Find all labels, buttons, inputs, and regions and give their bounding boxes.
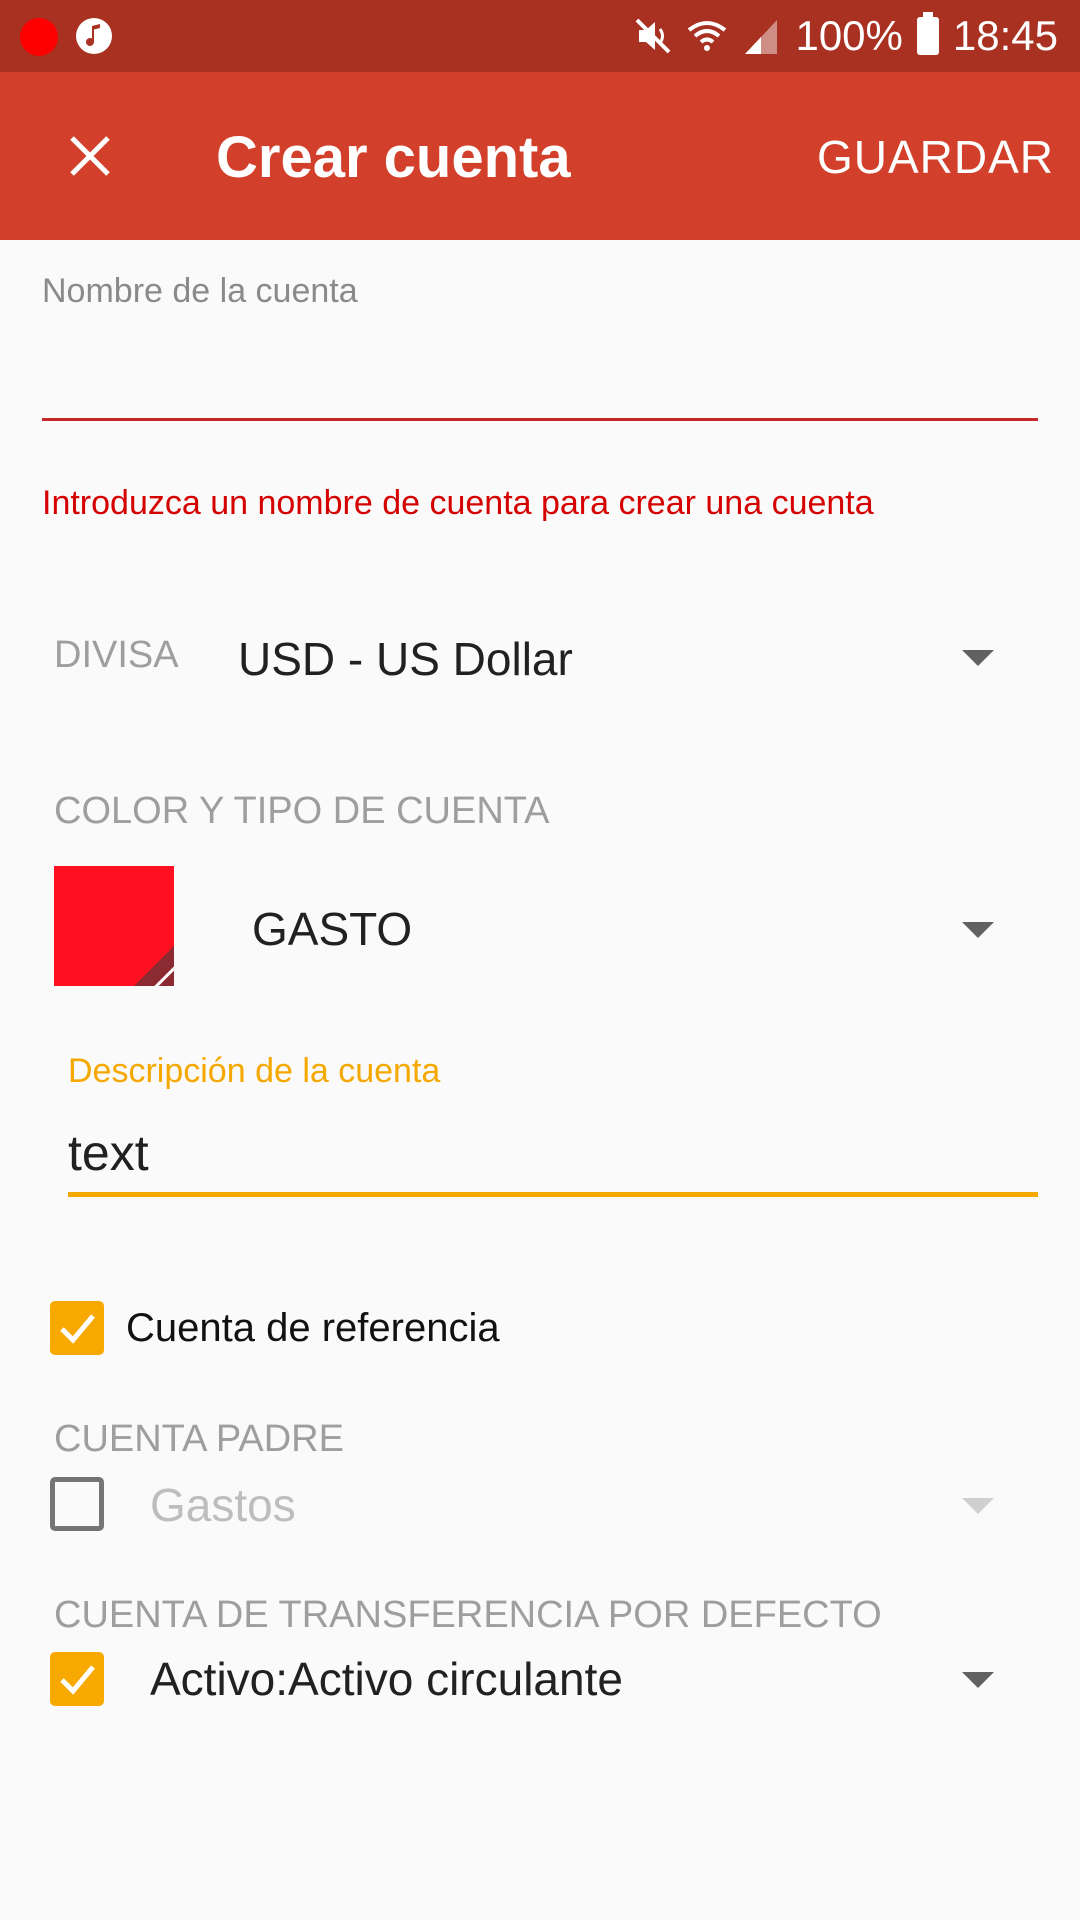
close-icon	[70, 136, 110, 176]
app-bar: Crear cuenta GUARDAR	[0, 72, 1080, 240]
check-icon	[60, 1314, 95, 1344]
account-name-underline	[42, 418, 1038, 421]
record-icon	[20, 18, 58, 56]
currency-select[interactable]: USD - US Dollar	[230, 610, 1020, 700]
page-title: Crear cuenta	[216, 125, 571, 190]
description-input[interactable]: text	[68, 1124, 149, 1182]
description-label: Descripción de la cuenta	[68, 1052, 441, 1090]
chevron-down-icon	[962, 1498, 994, 1514]
color-picker[interactable]	[54, 866, 174, 986]
chevron-down-icon	[962, 650, 994, 666]
default-transfer-select[interactable]: Activo:Activo circulante	[140, 1636, 1020, 1720]
music-icon	[76, 18, 112, 54]
mute-icon	[633, 16, 673, 56]
currency-label: DIVISA	[54, 634, 179, 676]
currency-value: USD - US Dollar	[238, 633, 573, 685]
parent-account-select: Gastos	[140, 1462, 1020, 1546]
save-button[interactable]: GUARDAR	[817, 130, 1054, 184]
chevron-down-icon	[962, 922, 994, 938]
default-transfer-checkbox[interactable]	[50, 1652, 104, 1706]
close-button[interactable]	[48, 114, 132, 198]
account-type-value: GASTO	[252, 903, 413, 955]
chevron-down-icon	[962, 1672, 994, 1688]
placeholder-account-checkbox[interactable]	[50, 1301, 104, 1355]
parent-account-value: Gastos	[150, 1479, 296, 1531]
placeholder-account-label: Cuenta de referencia	[126, 1306, 500, 1350]
account-name-error: Introduzca un nombre de cuenta para crea…	[42, 484, 874, 522]
check-icon	[60, 1665, 95, 1695]
battery-icon	[916, 12, 939, 55]
battery-percent: 100%	[795, 12, 903, 59]
account-name-label: Nombre de la cuenta	[42, 272, 358, 310]
account-type-select[interactable]: GASTO	[240, 880, 1020, 976]
status-bar: 100% 18:45	[0, 0, 1080, 72]
parent-account-label: CUENTA PADRE	[54, 1418, 344, 1460]
color-type-label: COLOR Y TIPO DE CUENTA	[54, 790, 550, 832]
clock: 18:45	[952, 12, 1058, 59]
default-transfer-value: Activo:Activo circulante	[150, 1653, 623, 1705]
parent-account-checkbox[interactable]	[50, 1477, 104, 1531]
wifi-icon	[687, 16, 727, 56]
default-transfer-label: CUENTA DE TRANSFERENCIA POR DEFECTO	[54, 1594, 882, 1636]
signal-icon	[741, 16, 781, 56]
description-underline	[68, 1192, 1038, 1197]
account-name-input[interactable]	[42, 320, 1038, 416]
